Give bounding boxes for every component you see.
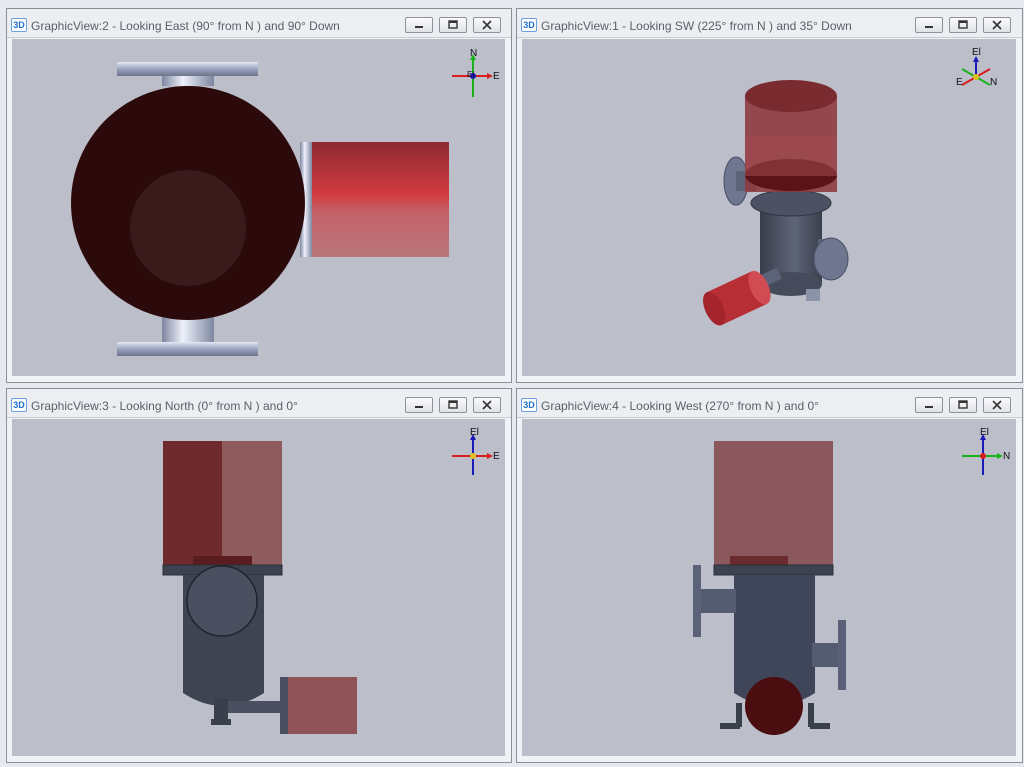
close-button[interactable] — [473, 397, 501, 413]
3d-viewport[interactable]: El N — [522, 419, 1016, 756]
top-view-scene: N E El — [71, 48, 500, 356]
3d-viewport[interactable]: El N E — [522, 39, 1016, 376]
maximize-button[interactable] — [949, 397, 977, 413]
maximize-icon — [448, 400, 458, 409]
axis-label-up: El — [470, 427, 479, 438]
close-button[interactable] — [983, 397, 1011, 413]
top-nozzle — [162, 76, 214, 86]
axis-label-up: N — [470, 48, 477, 59]
maximize-icon — [958, 400, 968, 409]
axis-triad: El N E — [956, 47, 997, 88]
maximize-button[interactable] — [949, 17, 977, 33]
axis-triad: El E — [452, 427, 500, 475]
3d-viewport[interactable]: El E — [12, 419, 505, 756]
pane-title: GraphicView:1 - Looking SW (225° from N … — [541, 19, 852, 33]
close-button[interactable] — [983, 17, 1011, 33]
north-view-scene: El E — [162, 427, 500, 734]
right-flange — [813, 237, 849, 281]
pane-titlebar[interactable]: 3D GraphicView:4 - Looking West (270° fr… — [517, 389, 1022, 418]
close-icon — [992, 400, 1002, 410]
left-nozzle — [701, 589, 736, 613]
axis-label-up: El — [972, 47, 981, 58]
axis-label-right: E — [493, 451, 500, 462]
vessel-inner-circle — [130, 170, 246, 286]
close-icon — [482, 20, 492, 30]
3d-view-icon: 3D — [11, 18, 27, 32]
west-view-scene: El N — [693, 427, 1010, 735]
graphic-view-3-pane[interactable]: 3D GraphicView:3 - Looking North (0° fro… — [6, 388, 512, 763]
3d-view-icon: 3D — [11, 398, 27, 412]
axis-label-left: E — [956, 77, 963, 88]
iso-view-scene: El N E — [703, 47, 997, 326]
vessel-top-flange — [750, 189, 832, 217]
3d-viewport[interactable]: N E El — [12, 39, 505, 376]
maximize-button[interactable] — [439, 397, 467, 413]
red-cylinder-top — [745, 80, 837, 112]
side-nozzle — [228, 701, 282, 713]
minimize-button[interactable] — [915, 17, 943, 33]
pane-titlebar[interactable]: 3D GraphicView:1 - Looking SW (225° from… — [517, 9, 1022, 38]
pane-title: GraphicView:2 - Looking East (90° from N… — [31, 19, 340, 33]
minimize-button[interactable] — [405, 397, 433, 413]
graphic-view-2-pane[interactable]: 3D GraphicView:2 - Looking East (90° fro… — [6, 8, 512, 383]
pane-title: GraphicView:4 - Looking West (270° from … — [541, 399, 819, 413]
3d-view-icon: 3D — [521, 18, 537, 32]
axis-label-right: N — [1003, 451, 1010, 462]
pane-title: GraphicView:3 - Looking North (0° from N… — [31, 399, 298, 413]
axis-label-center: El — [467, 70, 474, 79]
maximize-button[interactable] — [439, 17, 467, 33]
red-pipe — [300, 142, 449, 257]
red-block — [714, 441, 833, 565]
close-icon — [482, 400, 492, 410]
axis-label-right: E — [493, 71, 500, 82]
axis-triad: N E El — [452, 48, 500, 97]
red-pipe — [288, 677, 357, 734]
right-nozzle — [812, 643, 838, 667]
minimize-icon — [925, 26, 933, 28]
axis-triad: El N — [962, 427, 1010, 475]
vessel-top-flange — [713, 564, 834, 576]
axis-label-up: El — [980, 427, 989, 438]
support-foot — [806, 289, 820, 301]
support-foot — [214, 699, 228, 721]
top-flange — [117, 62, 258, 76]
close-icon — [992, 20, 1002, 30]
minimize-icon — [415, 26, 423, 28]
axis-label-right: N — [990, 77, 997, 88]
support-foot-right — [810, 723, 830, 729]
graphic-view-4-pane[interactable]: 3D GraphicView:4 - Looking West (270° fr… — [516, 388, 1023, 763]
minimize-icon — [925, 406, 933, 408]
vessel-body — [734, 575, 815, 693]
front-nozzle-flange — [186, 565, 258, 637]
minimize-button[interactable] — [915, 397, 943, 413]
support-foot-left — [720, 723, 740, 729]
bottom-flange — [117, 342, 258, 356]
3d-view-icon: 3D — [521, 398, 537, 412]
pane-titlebar[interactable]: 3D GraphicView:3 - Looking North (0° fro… — [7, 389, 511, 418]
maximize-icon — [448, 20, 458, 29]
graphic-view-1-pane[interactable]: 3D GraphicView:1 - Looking SW (225° from… — [516, 8, 1023, 383]
maximize-icon — [958, 20, 968, 29]
close-button[interactable] — [473, 17, 501, 33]
pane-titlebar[interactable]: 3D GraphicView:2 - Looking East (90° fro… — [7, 9, 511, 38]
right-flange — [838, 620, 846, 690]
minimize-button[interactable] — [405, 17, 433, 33]
left-flange — [693, 565, 701, 637]
minimize-icon — [415, 406, 423, 408]
red-block-left — [163, 441, 222, 565]
bottom-dome — [745, 677, 803, 735]
red-block-right — [222, 441, 282, 565]
